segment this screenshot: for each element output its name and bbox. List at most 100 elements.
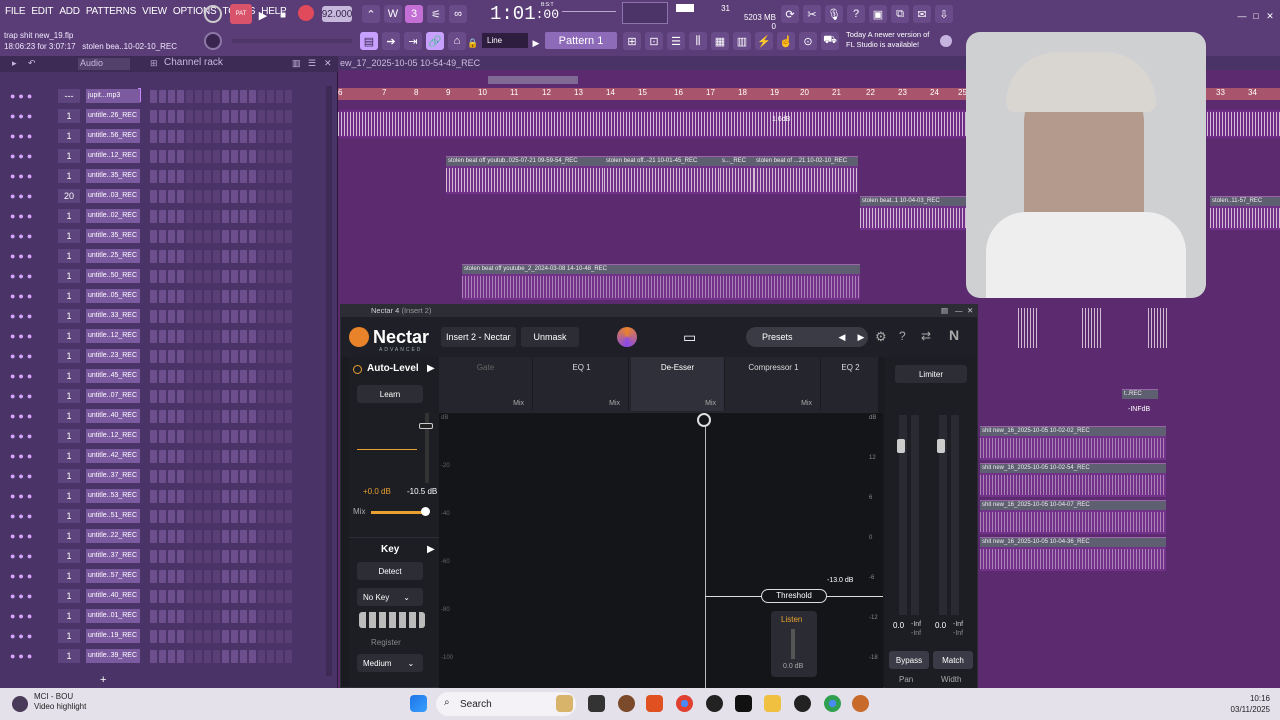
task-view-icon[interactable] bbox=[588, 695, 605, 712]
channel-controls[interactable]: ●●● bbox=[10, 151, 50, 161]
channel-controls[interactable]: ●●● bbox=[10, 211, 50, 221]
plugin-icon[interactable]: ⧉ bbox=[891, 4, 909, 24]
channel-name[interactable]: jupit...mp3 bbox=[86, 89, 140, 103]
step-sequencer[interactable] bbox=[150, 389, 292, 403]
channel-name[interactable]: untitle..45_REC bbox=[86, 369, 140, 383]
channel-row[interactable]: ●●● 1 untitle..35_REC bbox=[10, 166, 330, 186]
channel-row[interactable]: ●●● 1 untitle..12_REC bbox=[10, 146, 330, 166]
browser-icon[interactable]: ▥ bbox=[733, 31, 751, 51]
channel-controls[interactable]: ●●● bbox=[10, 511, 50, 521]
channel-row[interactable]: ●●● 1 untitle..05_REC bbox=[10, 286, 330, 306]
channel-name[interactable]: untitle..12_REC bbox=[86, 429, 140, 443]
frequency-handle[interactable] bbox=[697, 413, 711, 427]
step-sequencer[interactable] bbox=[150, 469, 292, 483]
step-sequencer[interactable] bbox=[150, 269, 292, 283]
channel-name[interactable]: untitle..40_REC bbox=[86, 589, 140, 603]
channel-row[interactable]: ●●● --- jupit...mp3 bbox=[10, 86, 330, 106]
channel-name[interactable]: untitle..39_REC bbox=[86, 649, 140, 663]
channel-row[interactable]: ●●● 1 untitle..22_REC bbox=[10, 526, 330, 546]
channel-controls[interactable]: ●●● bbox=[10, 111, 50, 121]
channel-row[interactable]: ●●● 1 untitle..19_REC bbox=[10, 626, 330, 646]
mixer-icon[interactable]: ✂ bbox=[803, 4, 821, 24]
clone-icon[interactable]: ⊡ bbox=[645, 31, 663, 51]
channel-controls[interactable]: ●●● bbox=[10, 651, 50, 661]
channel-name[interactable]: untitle..05_REC bbox=[86, 289, 140, 303]
limiter-ceiling-handle[interactable] bbox=[937, 439, 945, 453]
channel-controls[interactable]: ●●● bbox=[10, 291, 50, 301]
plugin-titlebar[interactable]: Nectar 4 (Insert 2) ▤ — ✕ bbox=[341, 305, 977, 317]
master-volume-slider[interactable] bbox=[562, 8, 616, 12]
playlist-icon[interactable]: ☰ bbox=[667, 31, 685, 51]
channel-mixer-track[interactable]: 1 bbox=[58, 609, 80, 623]
menu-add[interactable]: ADD bbox=[58, 6, 81, 17]
rack-close-icon[interactable]: ✕ bbox=[324, 58, 332, 69]
audio-clip-8[interactable]: shit new_16_2025-10-05 10-02-02_REC bbox=[980, 426, 1166, 460]
channel-controls[interactable]: ●●● bbox=[10, 631, 50, 641]
audio-clip-10[interactable]: shit new_16_2025-10-05 10-04-07_REC bbox=[980, 500, 1166, 534]
menu-patterns[interactable]: PATTERNS bbox=[85, 6, 137, 17]
pattern-arrow-icon[interactable]: ▶ bbox=[530, 33, 542, 53]
media-widget[interactable]: MCI - BOU Video highlight bbox=[34, 692, 86, 712]
channel-name[interactable]: untitle..56_REC bbox=[86, 129, 140, 143]
download-icon[interactable]: ⇩ bbox=[935, 4, 953, 24]
deesser-graph[interactable]: dB-20-40-60-80-100 dB1260-6-12-18-24 Thr… bbox=[439, 413, 883, 701]
channel-row[interactable]: ●●● 1 untitle..02_REC bbox=[10, 206, 330, 226]
undo-icon[interactable]: ↶ bbox=[28, 58, 36, 69]
channel-controls[interactable]: ●●● bbox=[10, 351, 50, 361]
step-sequencer[interactable] bbox=[150, 549, 292, 563]
snap-icon[interactable]: ▤ bbox=[360, 31, 378, 51]
module-deesser[interactable]: De-Esser Mix bbox=[631, 357, 725, 411]
step-sequencer[interactable] bbox=[150, 249, 292, 263]
step-sequencer[interactable] bbox=[150, 429, 292, 443]
channel-name[interactable]: untitle..19_REC bbox=[86, 629, 140, 643]
file-explorer-icon[interactable] bbox=[764, 695, 781, 712]
short-clip-c[interactable] bbox=[1148, 306, 1168, 350]
fl-studio-taskbar-icon[interactable] bbox=[618, 695, 635, 712]
modules-view-icon[interactable]: ▭ bbox=[683, 329, 696, 346]
limiter-gain-handle[interactable] bbox=[897, 439, 905, 453]
play-icon[interactable]: ▶ bbox=[256, 5, 270, 25]
step-sequencer[interactable] bbox=[150, 149, 292, 163]
channel-name[interactable]: untitle..12_REC bbox=[86, 149, 140, 163]
channel-row[interactable]: ●●● 1 untitle..45_REC bbox=[10, 366, 330, 386]
key-expand-icon[interactable]: ▶ bbox=[427, 544, 435, 555]
channel-row[interactable]: ●●● 1 untitle..57_REC bbox=[10, 566, 330, 586]
metronome-icon[interactable]: ⌃ bbox=[362, 4, 380, 24]
channel-controls[interactable]: ●●● bbox=[10, 311, 50, 321]
audio-clip-9[interactable]: shit new_16_2025-10-05 10-02-54_REC bbox=[980, 463, 1166, 497]
step-sequencer[interactable] bbox=[150, 109, 292, 123]
slice-icon[interactable]: ⇥ bbox=[404, 31, 422, 51]
channel-row[interactable]: ●●● 1 untitle..23_REC bbox=[10, 346, 330, 366]
taskbar-search[interactable]: ⌕ Search bbox=[436, 692, 576, 716]
channel-mixer-track[interactable]: 20 bbox=[58, 189, 80, 203]
channel-row[interactable]: ●●● 1 untitle..40_REC bbox=[10, 586, 330, 606]
playlist-scroll-handle[interactable] bbox=[488, 76, 578, 84]
app-icon-1[interactable] bbox=[706, 695, 723, 712]
channel-name[interactable]: untitle..53_REC bbox=[86, 489, 140, 503]
channel-name[interactable]: untitle..40_REC bbox=[86, 409, 140, 423]
cpu-knob[interactable] bbox=[204, 5, 222, 23]
step-sequencer[interactable] bbox=[150, 609, 292, 623]
plugin-close-icon[interactable]: ✕ bbox=[967, 305, 973, 317]
channel-controls[interactable]: ●●● bbox=[10, 231, 50, 241]
step-sequencer[interactable] bbox=[150, 129, 292, 143]
wait-input-icon[interactable]: W bbox=[384, 4, 402, 24]
step-sequencer[interactable] bbox=[150, 409, 292, 423]
channel-mixer-track[interactable]: 1 bbox=[58, 369, 80, 383]
module-gate[interactable]: Gate Mix bbox=[439, 357, 533, 411]
channel-mixer-track[interactable]: 1 bbox=[58, 229, 80, 243]
unmask-button[interactable]: Unmask bbox=[521, 327, 579, 347]
step-sequencer[interactable] bbox=[150, 629, 292, 643]
threshold-handle[interactable]: Threshold bbox=[761, 589, 827, 603]
touch-icon[interactable]: ☝ bbox=[777, 31, 795, 51]
channel-mixer-track[interactable]: 1 bbox=[58, 469, 80, 483]
channel-mixer-track[interactable]: 1 bbox=[58, 529, 80, 543]
channel-row[interactable]: ●●● 1 untitle..12_REC bbox=[10, 326, 330, 346]
channel-mixer-track[interactable]: 1 bbox=[58, 349, 80, 363]
channel-controls[interactable]: ●●● bbox=[10, 471, 50, 481]
channel-name[interactable]: untitle..51_REC bbox=[86, 509, 140, 523]
add-pattern-icon[interactable]: ⊞ bbox=[623, 31, 641, 51]
channel-row[interactable]: ●●● 1 untitle..39_REC bbox=[10, 646, 330, 666]
channel-controls[interactable]: ●●● bbox=[10, 191, 50, 201]
channel-row[interactable]: ●●● 1 untitle..56_REC bbox=[10, 126, 330, 146]
